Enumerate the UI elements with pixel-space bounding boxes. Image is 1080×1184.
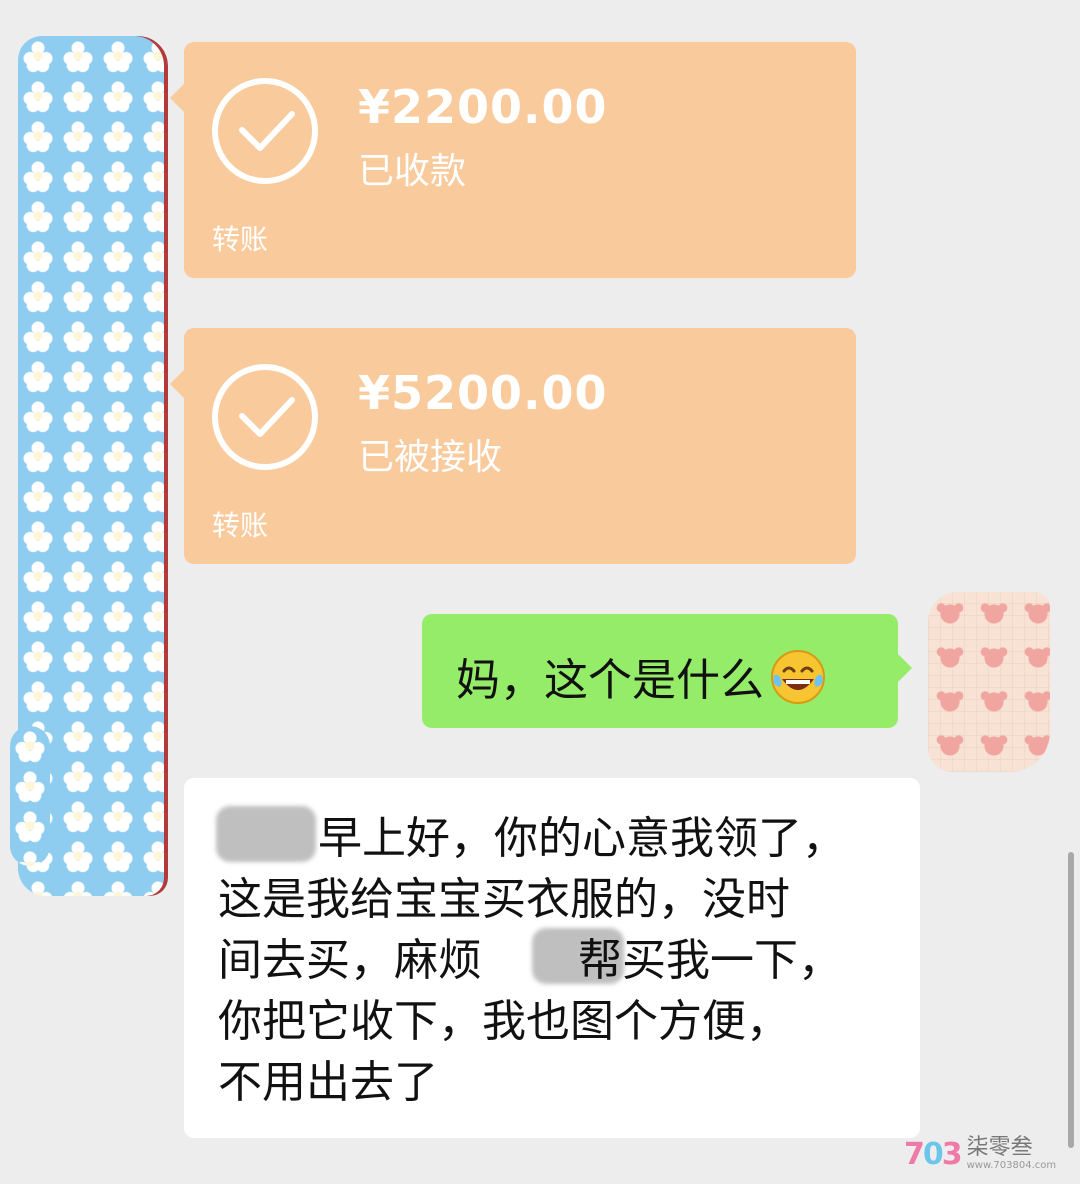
- watermark-name: 柒零叁: [966, 1135, 1033, 1160]
- my-message-text: 妈，这个是什么: [456, 655, 764, 706]
- watermark-url: www.703804.com: [966, 1160, 1057, 1171]
- transfer-type-label: 转账: [212, 223, 269, 256]
- scrollbar[interactable]: [1068, 852, 1074, 1148]
- transfer-amount: ¥5200.00: [358, 366, 608, 420]
- transfer-type-label: 转账: [212, 509, 269, 542]
- transfer-status: 已收款: [358, 151, 467, 192]
- message-line-with-redaction: 间去买，麻烦 帮买我一下，: [218, 935, 842, 986]
- chat-window: ¥2200.00 已收款 转账 ¥5200.00 已被接收 转账 妈，这个是什么: [0, 0, 1080, 1184]
- site-watermark-logo: 703 柒零叁 www.703804.com: [904, 1134, 1056, 1174]
- their-message-bubble[interactable]: 早上好，你的心意我领了， 这是我给宝宝买衣服的，没时 间去买，麻烦 帮买我一下， …: [184, 778, 920, 1138]
- message-line: 你把它收下，我也图个方便，: [218, 996, 790, 1047]
- message-line: 不用出去了: [218, 1057, 438, 1108]
- watermark-logo: 703: [904, 1136, 963, 1172]
- laughing-tears-emoji-icon: [770, 649, 826, 705]
- transfer-amount: ¥2200.00: [358, 80, 608, 134]
- contact-avatar-sticker[interactable]: [10, 36, 168, 896]
- my-message-bubble[interactable]: 妈，这个是什么: [422, 614, 912, 728]
- check-circle-icon: [212, 78, 318, 184]
- message-line: 这是我给宝宝买衣服的，没时: [218, 874, 790, 925]
- my-avatar-sticker[interactable]: [928, 592, 1050, 772]
- transfer-card-2[interactable]: ¥5200.00 已被接收 转账: [170, 328, 856, 564]
- message-line: 早上好，你的心意我领了，: [318, 813, 846, 864]
- transfer-card-1[interactable]: ¥2200.00 已收款 转账: [170, 42, 856, 278]
- transfer-status: 已被接收: [358, 437, 503, 478]
- check-circle-icon: [212, 364, 318, 470]
